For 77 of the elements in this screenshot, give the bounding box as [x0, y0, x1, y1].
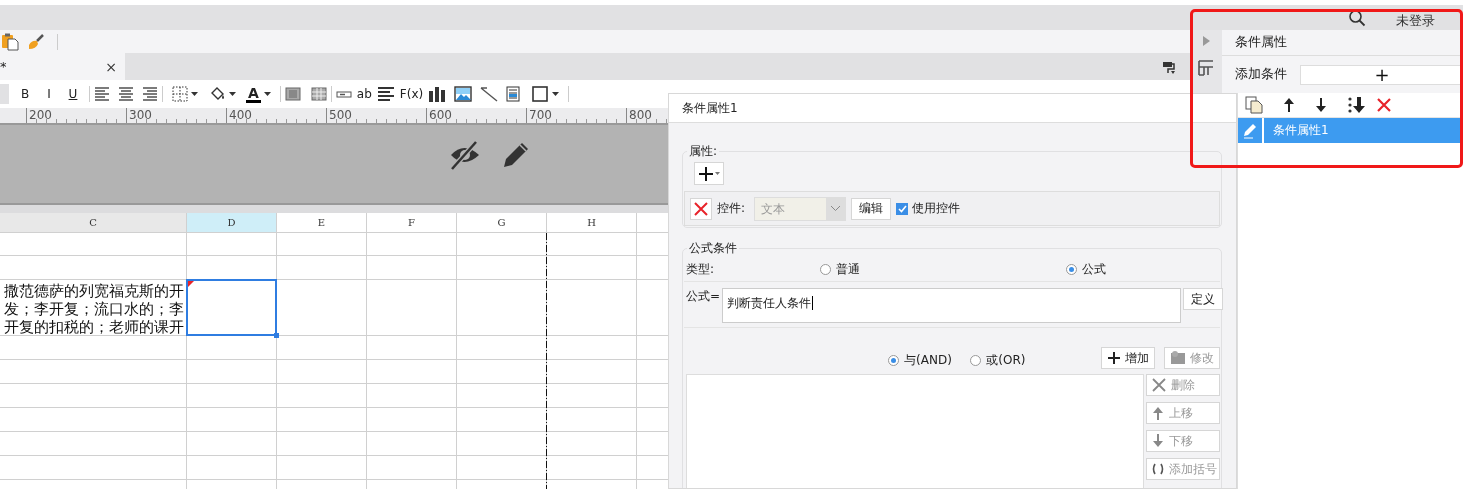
caret-icon: [263, 92, 271, 96]
caret-icon: [191, 92, 198, 96]
align-center-icon[interactable]: [118, 86, 134, 102]
move-down-icon[interactable]: [1315, 97, 1327, 113]
image-icon[interactable]: [454, 86, 473, 102]
radio-label: 普通: [836, 260, 860, 278]
radio-button[interactable]: [888, 355, 900, 366]
font-color-dropdown[interactable]: A: [246, 84, 271, 104]
toolbar-edge: [0, 84, 9, 104]
down-arrow-icon: [1152, 434, 1164, 448]
delete-icon[interactable]: [1377, 98, 1391, 112]
copy-icon[interactable]: [1245, 96, 1263, 114]
caret-icon: [715, 172, 720, 175]
borders-icon: [172, 86, 188, 102]
paragraph-lines-icon[interactable]: [376, 86, 395, 102]
checkbox-label: 使用控件: [912, 200, 961, 217]
radio-button[interactable]: [1066, 263, 1077, 275]
brackets-icon: [1152, 463, 1164, 475]
table-cell-text: 撒范德萨的列宽福克斯的开发；李开复；流口水的；李开复的扣税的；老师的课开: [3, 281, 185, 335]
split-cells-icon[interactable]: [310, 86, 327, 102]
delete-icon: [694, 201, 708, 216]
caret-icon: [229, 92, 236, 96]
document-icon[interactable]: [506, 86, 521, 102]
add-condition-label: 添加条件: [1235, 66, 1287, 83]
paste-icon[interactable]: [1, 32, 19, 51]
panel-title: 条件属性: [1235, 34, 1287, 51]
radio-label: 与(AND): [904, 352, 952, 369]
move-up-icon[interactable]: [1283, 97, 1295, 113]
borders-dropdown[interactable]: [172, 84, 198, 104]
radio-label: 或(OR): [986, 352, 1026, 369]
caret-icon: [552, 92, 560, 96]
checkbox[interactable]: [896, 202, 909, 215]
radio-button[interactable]: [970, 355, 982, 366]
slash-line-icon[interactable]: [480, 86, 499, 102]
selected-cell[interactable]: [187, 280, 276, 335]
move-bottom-icon[interactable]: [1347, 96, 1367, 114]
define-button[interactable]: 定义: [1183, 288, 1224, 310]
layout-icon[interactable]: [1198, 60, 1214, 76]
section-label: 属性:: [688, 143, 719, 160]
bar-chart-icon[interactable]: [428, 86, 447, 102]
frame-dropdown[interactable]: [531, 84, 560, 104]
add-attribute-dropdown[interactable]: [694, 162, 724, 185]
formula-button[interactable]: F(x): [399, 84, 424, 104]
document-tab[interactable]: * ×: [0, 53, 125, 80]
plus-icon: [698, 165, 714, 182]
column-header[interactable]: C: [0, 213, 186, 232]
remove-button[interactable]: [690, 197, 712, 220]
action-button[interactable]: 增加: [1100, 347, 1155, 369]
comment-marker-icon: [188, 281, 194, 287]
align-left-icon[interactable]: [94, 86, 110, 102]
formula-label: 公式=: [686, 288, 721, 305]
format-brush-icon[interactable]: [27, 32, 45, 51]
login-status[interactable]: 未登录: [1396, 11, 1435, 30]
underline-button[interactable]: U: [66, 84, 80, 104]
add-condition-button[interactable]: +: [1300, 64, 1463, 85]
text-widget-button[interactable]: ab: [356, 84, 372, 104]
type-label: 类型:: [686, 260, 716, 278]
align-right-icon[interactable]: [142, 86, 158, 102]
column-header[interactable]: D: [187, 213, 276, 232]
italic-button[interactable]: I: [42, 84, 56, 104]
widget-label: 控件:: [717, 200, 746, 217]
formula-input[interactable]: 判断责任人条件: [722, 288, 1182, 323]
radio-button[interactable]: [820, 263, 831, 275]
cross-icon: [1152, 378, 1166, 392]
edit-button[interactable]: 编辑: [851, 197, 892, 220]
pencil-icon: [1242, 122, 1258, 139]
bold-button[interactable]: B: [18, 84, 32, 104]
dialog-title: 条件属性1: [669, 94, 1236, 123]
chevron-down-icon: [831, 206, 841, 211]
up-arrow-icon: [1152, 406, 1164, 420]
frame-icon: [531, 85, 550, 103]
section-label: 公式条件: [688, 240, 738, 257]
close-tab-button[interactable]: ×: [105, 58, 117, 75]
merge-cells-icon[interactable]: [284, 86, 301, 102]
radio-label: 公式: [1082, 260, 1106, 278]
plus-icon: [1106, 351, 1121, 365]
format-painter-icon[interactable]: [1162, 59, 1176, 74]
